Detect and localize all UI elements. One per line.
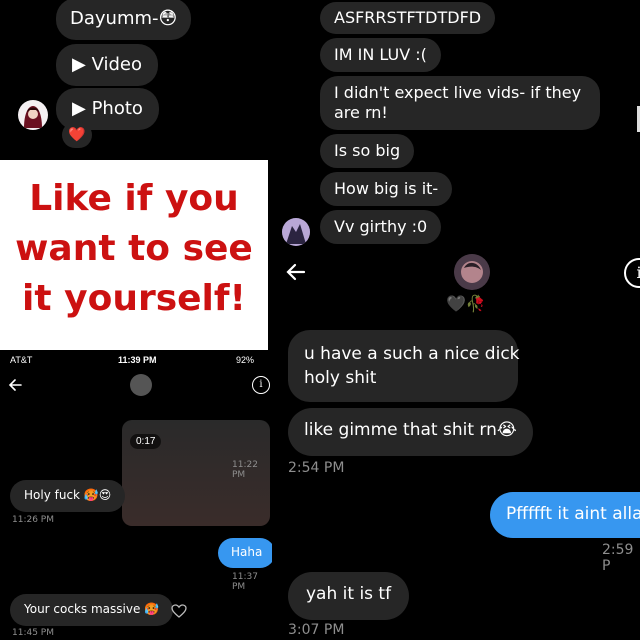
message-bubble-multiline: u have a such a nice dick holy shit: [288, 330, 520, 402]
timestamp: 2:54 PM: [288, 460, 345, 476]
timestamp: 11:37 PM: [232, 572, 258, 592]
message-bubble: Vv girthy :0: [320, 210, 442, 244]
message-bubble: How big is it-: [320, 172, 453, 206]
status-battery: 92%: [236, 355, 255, 365]
own-message-bubble: Pffffft it aint allat: [490, 492, 640, 538]
dm-panel-top-left: Dayumm-😳 ▶ Video ▶ Photo ❤️: [0, 0, 268, 160]
back-arrow-icon[interactable]: [6, 376, 24, 394]
message-bubble: Dayumm-😳: [56, 0, 192, 40]
avatar-image: [24, 106, 42, 128]
banner-line-3: it yourself!: [22, 278, 246, 319]
profile-emojis: 🖤🥀: [446, 294, 486, 313]
message-bubble: Is so big: [320, 134, 415, 168]
message-bubble: ASFRRSTFTDTDFD: [320, 2, 496, 34]
message-line: holy shit: [304, 368, 377, 388]
info-icon[interactable]: i: [252, 376, 270, 394]
dm-panel-bottom-right: 🖤🥀 i u have a such a nice dick holy shit…: [272, 250, 640, 640]
dm-panel-bottom-left: AT&T 11:39 PM 92% i 0:17 11:22 PM Holy f…: [0, 350, 272, 640]
timestamp: 3:07 PM: [288, 622, 345, 638]
message-bubble-multiline: I didn't expect live vids- if they are r…: [320, 76, 600, 130]
status-time: 11:39 PM: [118, 355, 157, 365]
message-bubble: IM IN LUV :(: [320, 38, 441, 72]
back-arrow-icon[interactable]: [282, 258, 310, 286]
avatar[interactable]: [282, 218, 310, 246]
message-bubble: Your cocks massive 🥵: [10, 594, 174, 626]
message-line: I didn't expect live vids- if they: [334, 83, 582, 102]
profile-avatar[interactable]: [130, 374, 152, 396]
message-bubble: like gimme that shit rn😭: [288, 408, 533, 456]
info-icon[interactable]: i: [624, 258, 640, 288]
timestamp: 11:45 PM: [12, 628, 54, 638]
message-line: are rn!: [334, 103, 388, 122]
video-message[interactable]: ▶ Video: [56, 44, 158, 86]
avatar[interactable]: [18, 100, 48, 130]
message-bubble: yah it is tf: [288, 572, 410, 620]
timestamp: 11:22 PM: [232, 460, 258, 480]
heart-react-icon[interactable]: [170, 602, 188, 620]
video-duration: 0:17: [130, 434, 162, 449]
message-bubble: Holy fuck 🥵😍: [10, 480, 126, 512]
promo-banner: Like if you want to see it yourself!: [0, 160, 268, 350]
avatar-image: [282, 218, 310, 246]
profile-avatar[interactable]: [454, 254, 490, 290]
timestamp: 11:26 PM: [12, 515, 54, 525]
status-carrier: AT&T: [10, 355, 33, 365]
own-message-bubble: Haha: [218, 538, 272, 568]
message-line: u have a such a nice dick: [304, 344, 520, 364]
banner-line-1: Like if you: [29, 178, 239, 219]
banner-line-2: want to see: [15, 228, 253, 269]
timestamp: 2:59 P: [602, 542, 634, 574]
reaction-heart[interactable]: ❤️: [62, 122, 92, 148]
dm-panel-top-right: ASFRRSTFTDTDFD IM IN LUV :( I didn't exp…: [268, 0, 640, 250]
avatar-image: [454, 254, 490, 290]
